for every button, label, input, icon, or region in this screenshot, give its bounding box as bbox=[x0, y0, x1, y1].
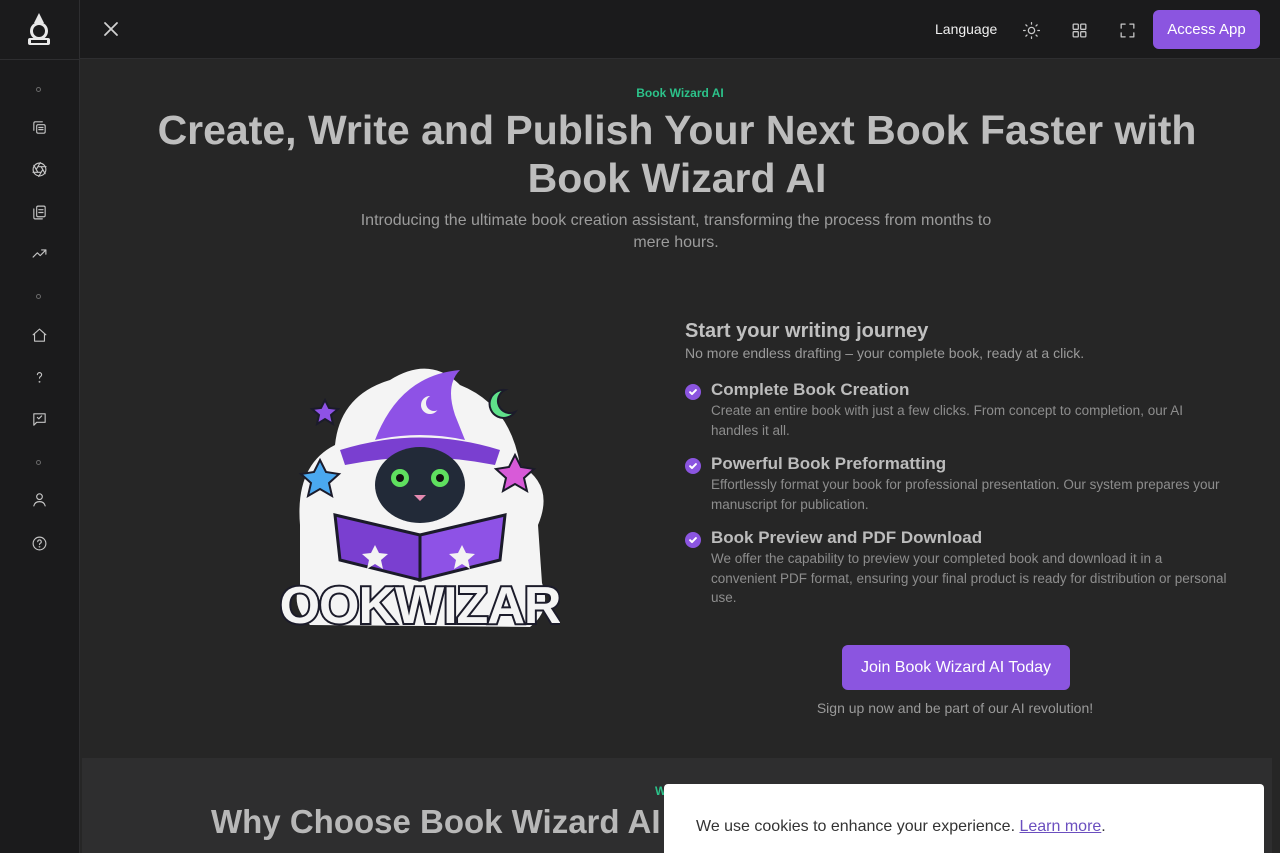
user-icon[interactable] bbox=[29, 489, 49, 509]
join-button[interactable]: Join Book Wizard AI Today bbox=[842, 645, 1070, 690]
feature-desc: Effortlessly format your book for profes… bbox=[711, 477, 1220, 512]
feature-desc: We offer the capability to preview your … bbox=[711, 551, 1227, 605]
theme-toggle-button[interactable] bbox=[1020, 19, 1042, 41]
cookie-text: We use cookies to enhance your experienc… bbox=[696, 818, 1106, 836]
question-icon[interactable] bbox=[29, 367, 49, 387]
cookie-message: We use cookies to enhance your experienc… bbox=[696, 818, 1016, 835]
aperture-icon[interactable] bbox=[29, 159, 49, 179]
book-wizard-illustration: BOOKWIZARD bbox=[280, 368, 560, 637]
documents-icon[interactable] bbox=[29, 202, 49, 222]
hero-subtitle: Introducing the ultimate book creation a… bbox=[360, 212, 992, 251]
section-dot bbox=[36, 87, 41, 92]
trending-up-icon[interactable] bbox=[29, 243, 49, 263]
page-title: Create, Write and Publish Your Next Book… bbox=[157, 107, 1197, 201]
learn-more-link[interactable]: Learn more bbox=[1019, 818, 1101, 835]
help-circle-icon[interactable] bbox=[29, 533, 49, 553]
access-app-button[interactable]: Access App bbox=[1153, 10, 1260, 49]
check-icon bbox=[685, 532, 701, 548]
cookie-suffix: . bbox=[1101, 818, 1106, 835]
check-icon bbox=[685, 384, 701, 400]
wizard-logo-icon[interactable] bbox=[22, 11, 56, 47]
section-dot bbox=[36, 460, 41, 465]
message-icon[interactable] bbox=[29, 409, 49, 429]
fullscreen-icon bbox=[1120, 23, 1134, 37]
close-button[interactable] bbox=[101, 19, 121, 39]
feature-title: Complete Book Creation bbox=[711, 380, 910, 399]
section-title: Why Choose Book Wizard AI f bbox=[211, 803, 681, 840]
home-icon[interactable] bbox=[29, 325, 49, 345]
sidebar bbox=[0, 0, 80, 853]
language-selector[interactable]: Language bbox=[935, 21, 997, 37]
fullscreen-button[interactable] bbox=[1116, 19, 1138, 41]
journey-subtitle: No more endless drafting – your complete… bbox=[685, 345, 1085, 361]
check-icon bbox=[685, 458, 701, 474]
signup-note: Sign up now and be part of our AI revolu… bbox=[816, 700, 1094, 716]
close-icon bbox=[104, 22, 118, 36]
feature-title: Book Preview and PDF Download bbox=[711, 528, 983, 547]
feature-title: Powerful Book Preformatting bbox=[711, 454, 947, 473]
copy-icon[interactable] bbox=[29, 117, 49, 137]
grid-icon bbox=[1072, 23, 1086, 37]
feature-desc: Create an entire book with just a few cl… bbox=[711, 403, 1183, 438]
journey-title: Start your writing journey bbox=[685, 320, 929, 342]
section-dot bbox=[36, 294, 41, 299]
sun-icon bbox=[1022, 21, 1040, 39]
topbar: Language Access App bbox=[80, 0, 1280, 59]
cookie-banner: We use cookies to enhance your experienc… bbox=[664, 784, 1264, 853]
hero-eyebrow: Book Wizard AI bbox=[636, 86, 724, 100]
apps-grid-button[interactable] bbox=[1068, 19, 1090, 41]
logo-text: BOOKWIZARD bbox=[280, 577, 560, 635]
